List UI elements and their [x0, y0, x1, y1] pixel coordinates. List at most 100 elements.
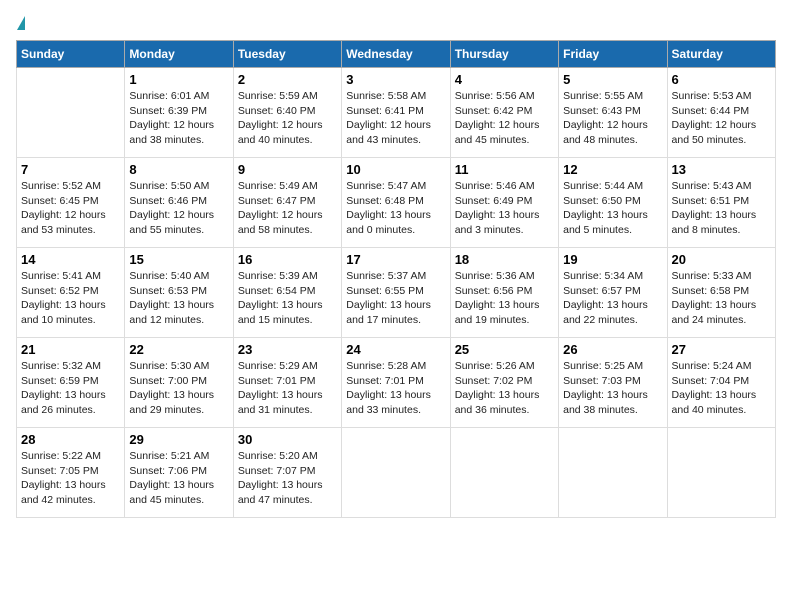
day-info: Sunrise: 5:43 AM Sunset: 6:51 PM Dayligh… [672, 179, 771, 238]
day-info: Sunrise: 5:39 AM Sunset: 6:54 PM Dayligh… [238, 269, 337, 328]
day-number: 16 [238, 252, 337, 267]
calendar-cell: 30 Sunrise: 5:20 AM Sunset: 7:07 PM Dayli… [233, 428, 341, 518]
calendar-cell: 14 Sunrise: 5:41 AM Sunset: 6:52 PM Dayli… [17, 248, 125, 338]
day-info: Sunrise: 5:21 AM Sunset: 7:06 PM Dayligh… [129, 449, 228, 508]
calendar-body: 1Sunrise: 6:01 AM Sunset: 6:39 PM Daylig… [17, 68, 776, 518]
day-number: 9 [238, 162, 337, 177]
day-number: 18 [455, 252, 554, 267]
day-info: Sunrise: 5:53 AM Sunset: 6:44 PM Dayligh… [672, 89, 771, 148]
calendar-cell: 27Sunrise: 5:24 AM Sunset: 7:04 PM Dayli… [667, 338, 775, 428]
day-of-week-header: Tuesday [233, 41, 341, 68]
calendar-cell: 3Sunrise: 5:58 AM Sunset: 6:41 PM Daylig… [342, 68, 450, 158]
calendar-cell: 29 Sunrise: 5:21 AM Sunset: 7:06 PM Dayli… [125, 428, 233, 518]
days-of-week-row: SundayMondayTuesdayWednesdayThursdayFrid… [17, 41, 776, 68]
day-number: 4 [455, 72, 554, 87]
day-info: Sunrise: 6:01 AM Sunset: 6:39 PM Dayligh… [129, 89, 228, 148]
day-info: Sunrise: 5:24 AM Sunset: 7:04 PM Dayligh… [672, 359, 771, 418]
day-info: Sunrise: 5:55 AM Sunset: 6:43 PM Dayligh… [563, 89, 662, 148]
day-info: Sunrise: 5:32 AM Sunset: 6:59 PM Dayligh… [21, 359, 120, 418]
day-number: 23 [238, 342, 337, 357]
calendar-cell: 11 Sunrise: 5:46 AM Sunset: 6:49 PM Dayli… [450, 158, 558, 248]
calendar-cell: 4 Sunrise: 5:56 AM Sunset: 6:42 PM Daylig… [450, 68, 558, 158]
week-row: 28 Sunrise: 5:22 AM Sunset: 7:05 PM Dayli… [17, 428, 776, 518]
logo [16, 16, 25, 30]
calendar-cell [559, 428, 667, 518]
day-info: Sunrise: 5:26 AM Sunset: 7:02 PM Dayligh… [455, 359, 554, 418]
day-number: 8 [129, 162, 228, 177]
day-info: Sunrise: 5:37 AM Sunset: 6:55 PM Dayligh… [346, 269, 445, 328]
calendar-cell [17, 68, 125, 158]
calendar-cell: 19 Sunrise: 5:34 AM Sunset: 6:57 PM Dayli… [559, 248, 667, 338]
day-number: 11 [455, 162, 554, 177]
calendar-cell: 12 Sunrise: 5:44 AM Sunset: 6:50 PM Dayli… [559, 158, 667, 248]
calendar-cell: 24 Sunrise: 5:28 AM Sunset: 7:01 PM Dayli… [342, 338, 450, 428]
day-number: 21 [21, 342, 120, 357]
day-info: Sunrise: 5:52 AM Sunset: 6:45 PM Dayligh… [21, 179, 120, 238]
week-row: 7 Sunrise: 5:52 AM Sunset: 6:45 PM Daylig… [17, 158, 776, 248]
page-header [16, 16, 776, 30]
day-number: 7 [21, 162, 120, 177]
calendar-cell: 17Sunrise: 5:37 AM Sunset: 6:55 PM Dayli… [342, 248, 450, 338]
day-number: 13 [672, 162, 771, 177]
week-row: 14 Sunrise: 5:41 AM Sunset: 6:52 PM Dayli… [17, 248, 776, 338]
day-number: 30 [238, 432, 337, 447]
calendar-header: SundayMondayTuesdayWednesdayThursdayFrid… [17, 41, 776, 68]
day-info: Sunrise: 5:49 AM Sunset: 6:47 PM Dayligh… [238, 179, 337, 238]
calendar-cell: 1Sunrise: 6:01 AM Sunset: 6:39 PM Daylig… [125, 68, 233, 158]
calendar-cell: 7 Sunrise: 5:52 AM Sunset: 6:45 PM Daylig… [17, 158, 125, 248]
day-number: 24 [346, 342, 445, 357]
day-info: Sunrise: 5:46 AM Sunset: 6:49 PM Dayligh… [455, 179, 554, 238]
day-info: Sunrise: 5:56 AM Sunset: 6:42 PM Dayligh… [455, 89, 554, 148]
day-of-week-header: Monday [125, 41, 233, 68]
day-info: Sunrise: 5:34 AM Sunset: 6:57 PM Dayligh… [563, 269, 662, 328]
calendar-cell: 21 Sunrise: 5:32 AM Sunset: 6:59 PM Dayli… [17, 338, 125, 428]
calendar-cell: 13 Sunrise: 5:43 AM Sunset: 6:51 PM Dayli… [667, 158, 775, 248]
calendar-cell: 2Sunrise: 5:59 AM Sunset: 6:40 PM Daylig… [233, 68, 341, 158]
calendar-cell [342, 428, 450, 518]
calendar-cell: 26 Sunrise: 5:25 AM Sunset: 7:03 PM Dayli… [559, 338, 667, 428]
day-of-week-header: Sunday [17, 41, 125, 68]
calendar-cell: 6 Sunrise: 5:53 AM Sunset: 6:44 PM Daylig… [667, 68, 775, 158]
day-of-week-header: Wednesday [342, 41, 450, 68]
week-row: 21 Sunrise: 5:32 AM Sunset: 6:59 PM Dayli… [17, 338, 776, 428]
calendar-cell: 25 Sunrise: 5:26 AM Sunset: 7:02 PM Dayli… [450, 338, 558, 428]
day-number: 29 [129, 432, 228, 447]
day-info: Sunrise: 5:33 AM Sunset: 6:58 PM Dayligh… [672, 269, 771, 328]
day-number: 12 [563, 162, 662, 177]
day-info: Sunrise: 5:28 AM Sunset: 7:01 PM Dayligh… [346, 359, 445, 418]
calendar-cell: 10 Sunrise: 5:47 AM Sunset: 6:48 PM Dayli… [342, 158, 450, 248]
day-number: 25 [455, 342, 554, 357]
logo-arrow-icon [17, 16, 25, 30]
week-row: 1Sunrise: 6:01 AM Sunset: 6:39 PM Daylig… [17, 68, 776, 158]
calendar-cell: 23 Sunrise: 5:29 AM Sunset: 7:01 PM Dayli… [233, 338, 341, 428]
day-number: 28 [21, 432, 120, 447]
day-info: Sunrise: 5:44 AM Sunset: 6:50 PM Dayligh… [563, 179, 662, 238]
day-of-week-header: Friday [559, 41, 667, 68]
day-info: Sunrise: 5:41 AM Sunset: 6:52 PM Dayligh… [21, 269, 120, 328]
day-number: 15 [129, 252, 228, 267]
day-info: Sunrise: 5:20 AM Sunset: 7:07 PM Dayligh… [238, 449, 337, 508]
calendar-cell: 28 Sunrise: 5:22 AM Sunset: 7:05 PM Dayli… [17, 428, 125, 518]
day-number: 14 [21, 252, 120, 267]
calendar-cell: 15 Sunrise: 5:40 AM Sunset: 6:53 PM Dayli… [125, 248, 233, 338]
day-number: 20 [672, 252, 771, 267]
day-number: 26 [563, 342, 662, 357]
day-info: Sunrise: 5:29 AM Sunset: 7:01 PM Dayligh… [238, 359, 337, 418]
day-info: Sunrise: 5:40 AM Sunset: 6:53 PM Dayligh… [129, 269, 228, 328]
calendar-cell: 20 Sunrise: 5:33 AM Sunset: 6:58 PM Dayli… [667, 248, 775, 338]
calendar-cell: 8Sunrise: 5:50 AM Sunset: 6:46 PM Daylig… [125, 158, 233, 248]
day-info: Sunrise: 5:47 AM Sunset: 6:48 PM Dayligh… [346, 179, 445, 238]
calendar-cell: 9 Sunrise: 5:49 AM Sunset: 6:47 PM Daylig… [233, 158, 341, 248]
day-number: 22 [129, 342, 228, 357]
calendar-cell: 18 Sunrise: 5:36 AM Sunset: 6:56 PM Dayli… [450, 248, 558, 338]
day-info: Sunrise: 5:22 AM Sunset: 7:05 PM Dayligh… [21, 449, 120, 508]
day-of-week-header: Saturday [667, 41, 775, 68]
day-number: 6 [672, 72, 771, 87]
day-number: 2 [238, 72, 337, 87]
day-number: 19 [563, 252, 662, 267]
day-info: Sunrise: 5:25 AM Sunset: 7:03 PM Dayligh… [563, 359, 662, 418]
day-number: 10 [346, 162, 445, 177]
day-info: Sunrise: 5:36 AM Sunset: 6:56 PM Dayligh… [455, 269, 554, 328]
day-info: Sunrise: 5:30 AM Sunset: 7:00 PM Dayligh… [129, 359, 228, 418]
calendar-table: SundayMondayTuesdayWednesdayThursdayFrid… [16, 40, 776, 518]
